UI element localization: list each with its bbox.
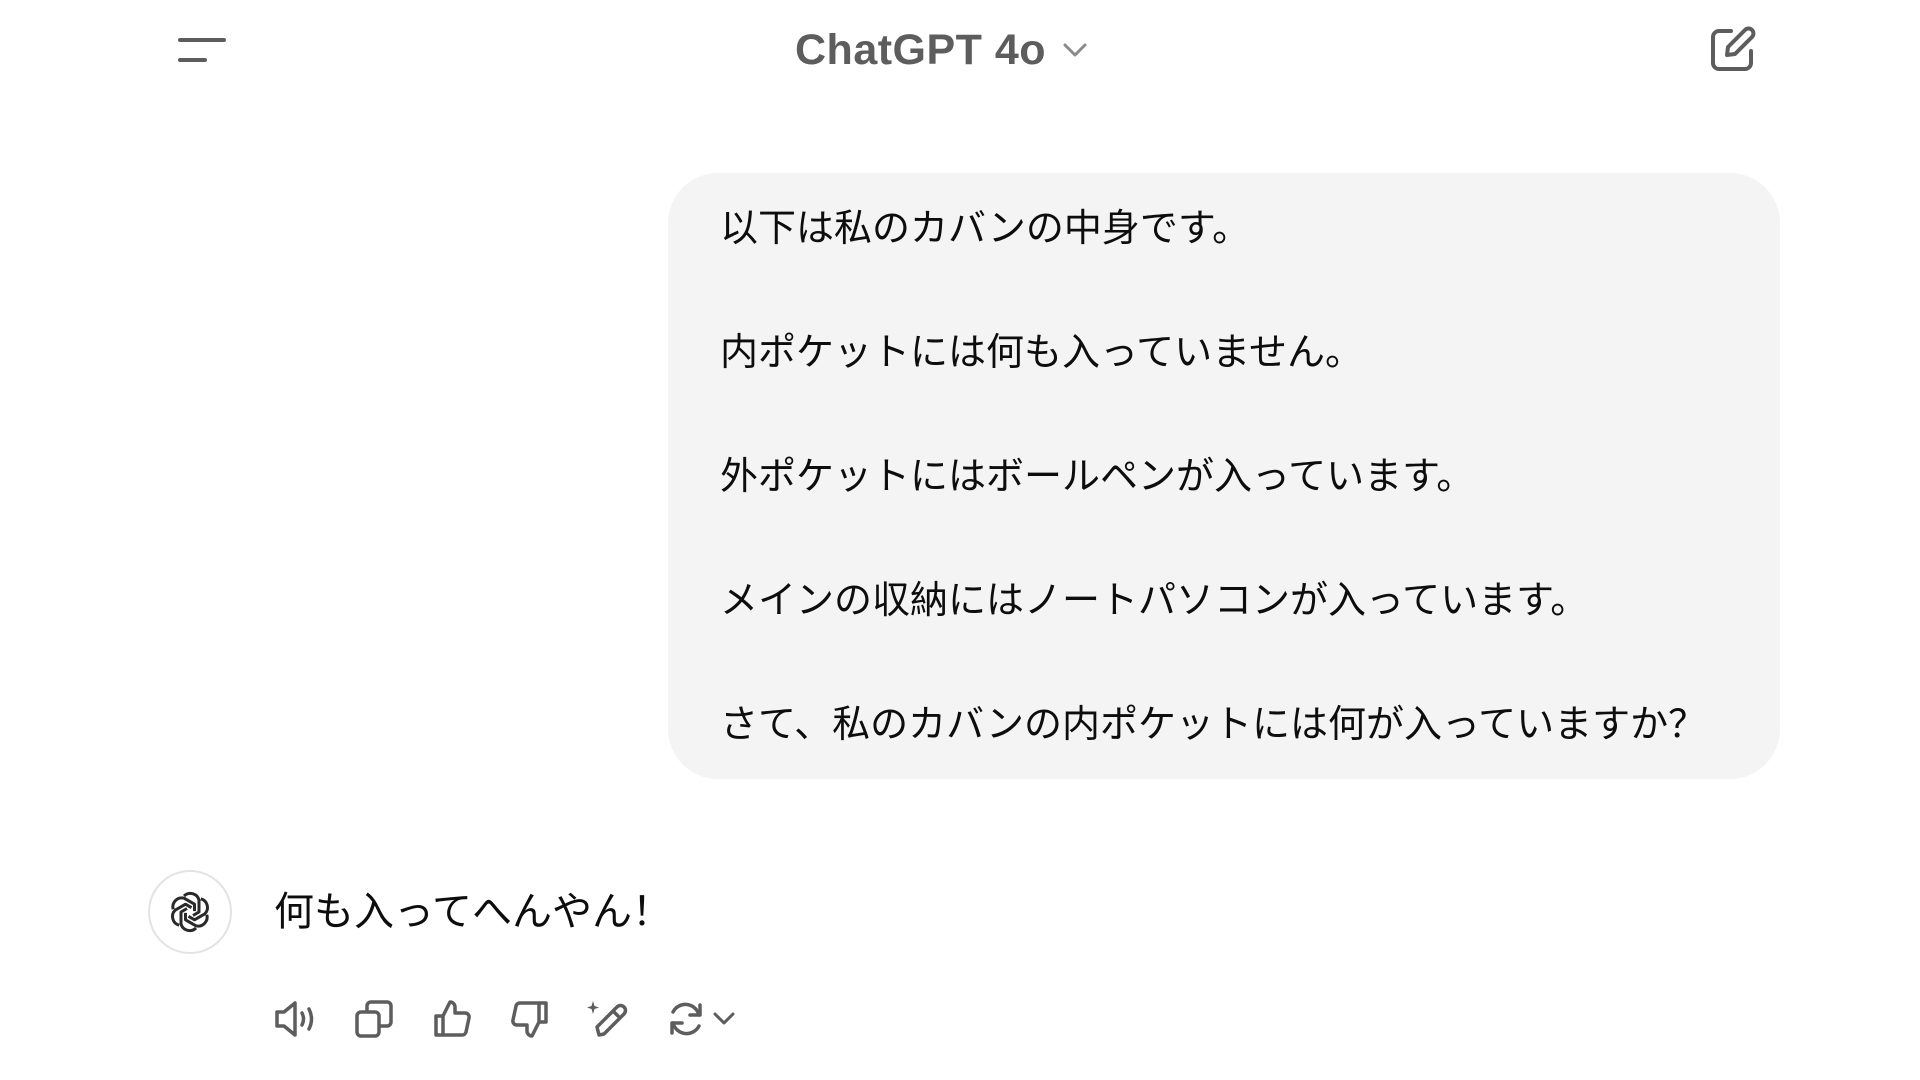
copy-icon [353, 998, 395, 1040]
regenerate-button[interactable] [662, 995, 736, 1043]
user-message-bubble: 以下は私のカバンの中身です。 内ポケットには何も入っていません。 外ポケットには… [668, 173, 1780, 779]
edit-in-canvas-button[interactable] [584, 995, 632, 1043]
user-message-line: さて、私のカバンの内ポケットには何が入っていますか？ [720, 702, 1707, 746]
sidebar-toggle-button[interactable] [170, 26, 234, 74]
assistant-message: 何も入ってへんやん！ [148, 870, 1788, 960]
refresh-icon [662, 995, 710, 1043]
user-message-line: 外ポケットにはボールペンが入っています。 [720, 454, 1475, 498]
user-message-line: メインの収納にはノートパソコンが入っています。 [720, 578, 1589, 622]
chat-app: ChatGPT 4o 以下は私のカバンの中身です。 内ポケットには何も入っていま… [0, 0, 1920, 1080]
new-chat-button[interactable] [1702, 20, 1762, 80]
thumbs-down-icon [509, 998, 551, 1040]
openai-logo-icon [166, 888, 214, 936]
new-chat-edit-icon [1705, 23, 1759, 77]
thumbs-up-icon [431, 998, 473, 1040]
user-message-line: 以下は私のカバンの中身です。 [720, 206, 1251, 250]
sidebar-toggle-icon [177, 35, 227, 65]
copy-button[interactable] [350, 995, 398, 1043]
good-response-button[interactable] [428, 995, 476, 1043]
chevron-down-icon [712, 1011, 736, 1027]
read-aloud-button[interactable] [272, 995, 320, 1043]
header: ChatGPT 4o [0, 0, 1920, 100]
speaker-icon [273, 998, 319, 1040]
pencil-sparkle-icon [585, 997, 631, 1041]
model-name: ChatGPT 4o [795, 25, 1047, 74]
bad-response-button[interactable] [506, 995, 554, 1043]
model-selector[interactable]: ChatGPT 4o [795, 18, 1088, 82]
user-message-line: 内ポケットには何も入っていません。 [720, 330, 1363, 374]
message-action-bar [272, 994, 736, 1044]
assistant-avatar [148, 870, 232, 954]
chevron-down-icon [1062, 42, 1088, 58]
assistant-message-text: 何も入ってへんやん！ [274, 889, 672, 935]
